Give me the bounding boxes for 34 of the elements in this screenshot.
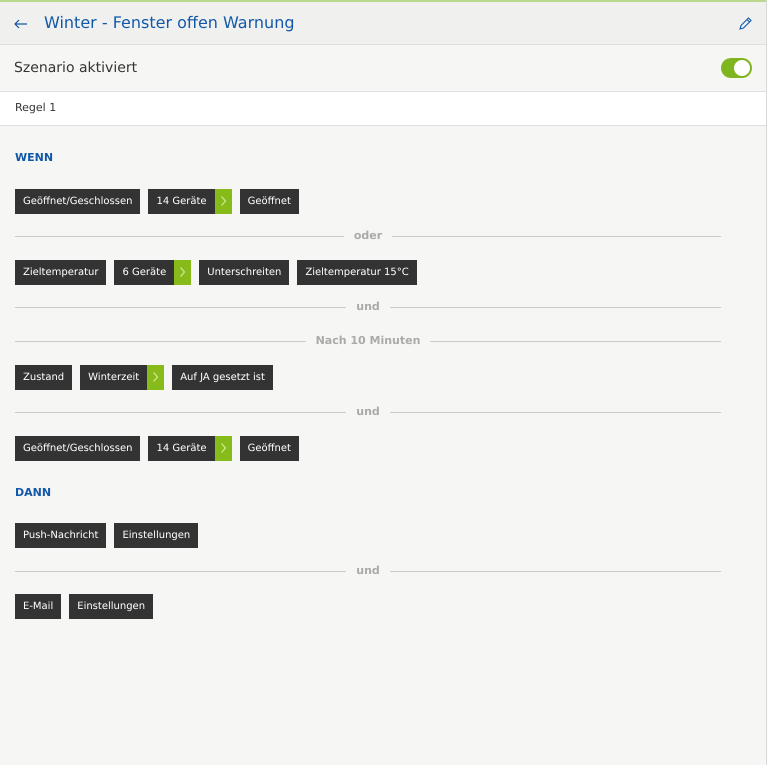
separator-label: oder xyxy=(352,228,384,244)
device-chip[interactable]: 14 Geräte xyxy=(148,436,232,460)
section-title: DANN xyxy=(15,484,52,500)
chip[interactable]: Geöffnet/Geschlossen xyxy=(15,436,140,460)
scenario-label: Szenario aktiviert xyxy=(14,58,138,78)
chip[interactable]: Zustand xyxy=(15,364,72,390)
chip[interactable]: Geöffnet xyxy=(240,188,299,214)
separator-label: und xyxy=(355,562,381,579)
chip[interactable]: Unterschreiten xyxy=(199,260,290,284)
chip[interactable]: E-Mail xyxy=(15,594,62,619)
chevron-icon xyxy=(220,443,226,453)
chip[interactable]: Einstellungen xyxy=(114,523,198,548)
chip[interactable]: Geöffnet xyxy=(240,436,299,460)
device-chip[interactable]: Winterzeit xyxy=(80,364,164,390)
chevron-icon xyxy=(180,267,186,277)
separator-label: Nach 10 Minuten xyxy=(314,333,422,350)
chip[interactable]: Einstellungen xyxy=(69,594,154,619)
device-chip[interactable]: 6 Geräte xyxy=(114,260,192,284)
chevron-icon xyxy=(153,372,158,382)
section-title: WENN xyxy=(15,150,54,166)
chip[interactable]: Zieltemperatur xyxy=(15,260,106,284)
separator-label: und xyxy=(355,299,381,316)
rule-label: Regel 1 xyxy=(15,100,56,116)
pencil-icon xyxy=(739,17,752,30)
scenario-toggle[interactable] xyxy=(721,58,752,78)
device-chip[interactable]: 14 Geräte xyxy=(148,188,232,214)
chip[interactable]: Geöffnet/Geschlossen xyxy=(15,188,140,214)
chevron-icon xyxy=(220,196,226,206)
page-title: Winter - Fenster offen Warnung xyxy=(44,12,296,34)
chip[interactable]: Auf JA gesetzt ist xyxy=(172,364,273,390)
back-arrow-icon xyxy=(14,18,28,29)
chip[interactable]: Zieltemperatur 15°C xyxy=(297,260,417,284)
separator-label: und xyxy=(355,404,381,420)
chip[interactable]: Push-Nachricht xyxy=(15,523,106,548)
